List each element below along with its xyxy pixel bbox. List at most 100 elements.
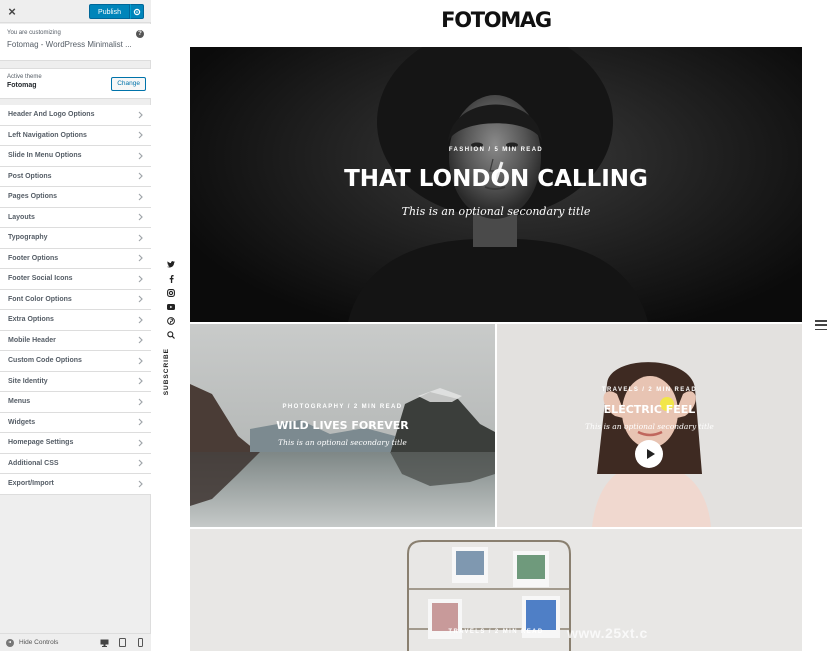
hide-controls-label: Hide Controls	[19, 639, 59, 646]
chevron-right-icon	[133, 193, 143, 201]
panel-item-label: Site Identity	[8, 377, 48, 385]
panel-item[interactable]: Footer Social Icons	[0, 269, 151, 290]
panel-item[interactable]: Site Identity	[0, 371, 151, 392]
panel-item-label: Mobile Header	[8, 336, 56, 344]
customizing-info: You are customizing Fotomag - WordPress …	[0, 24, 151, 61]
chevron-right-icon	[133, 377, 143, 385]
youtube-icon[interactable]	[167, 302, 175, 311]
hide-controls-button[interactable]: Hide Controls	[6, 638, 59, 647]
hero-post-title[interactable]: THAT LONDON CALLING	[190, 166, 802, 192]
site-logo[interactable]: FOTOMAG	[432, 8, 560, 32]
twitter-icon[interactable]	[167, 260, 175, 269]
facebook-icon[interactable]	[167, 274, 175, 283]
publish-group: Publish	[89, 4, 144, 19]
post-card-landscape[interactable]: PHOTOGRAPHY / 2 MIN READ WILD LIVES FORE…	[190, 324, 495, 527]
chevron-right-icon	[133, 234, 143, 242]
panel-item[interactable]: Pages Options	[0, 187, 151, 208]
hamburger-menu-icon[interactable]	[815, 320, 827, 330]
panel-item[interactable]: Font Color Options	[0, 289, 151, 310]
customizer-header: × Publish	[0, 0, 151, 23]
panel-item-label: Widgets	[8, 418, 36, 426]
mobile-icon[interactable]	[136, 638, 145, 647]
panel-item[interactable]: Slide In Menu Options	[0, 146, 151, 167]
panel-item[interactable]: Widgets	[0, 412, 151, 433]
panel-item[interactable]: Footer Options	[0, 248, 151, 269]
help-icon[interactable]: ?	[136, 30, 144, 38]
panel-item-label: Menus	[8, 398, 31, 406]
panel-item-label: Post Options	[8, 172, 52, 180]
chevron-right-icon	[133, 418, 143, 426]
panel-item[interactable]: Post Options	[0, 166, 151, 187]
panel-item[interactable]: Mobile Header	[0, 330, 151, 351]
card-a-post-title[interactable]: WILD LIVES FOREVER	[190, 419, 495, 432]
pinterest-icon[interactable]	[167, 316, 175, 325]
panel-item-label: Layouts	[8, 213, 35, 221]
chevron-right-icon	[133, 480, 143, 488]
chevron-right-icon	[133, 131, 143, 139]
chevron-right-icon	[133, 316, 143, 324]
play-video-button[interactable]	[635, 440, 663, 468]
hero-post-subtitle: This is an optional secondary title	[401, 205, 591, 218]
chevron-right-icon	[133, 398, 143, 406]
panel-item-label: Typography	[8, 234, 48, 242]
chevron-right-icon	[133, 275, 143, 283]
chevron-right-icon	[133, 111, 143, 119]
chevron-right-icon	[133, 213, 143, 221]
card-b-post-title[interactable]: ELECTRIC FEEL	[497, 403, 802, 416]
panel-item[interactable]: Extra Options	[0, 310, 151, 331]
collapse-icon	[6, 638, 14, 647]
panel-item-label: Font Color Options	[8, 295, 72, 303]
chevron-right-icon	[133, 357, 143, 365]
panel-item[interactable]: Export/Import	[0, 474, 151, 495]
site-title: Fotomag - WordPress Minimalist ...	[7, 40, 132, 49]
card-c-post-meta: TRAVELS / 2 MIN READ	[448, 629, 544, 635]
gear-icon[interactable]	[130, 4, 144, 19]
customizing-label: You are customizing	[7, 30, 61, 36]
subscribe-link[interactable]: SUBSCRIBE	[163, 348, 170, 395]
panel-item[interactable]: Layouts	[0, 207, 151, 228]
instagram-icon[interactable]	[167, 288, 175, 297]
chevron-right-icon	[133, 172, 143, 180]
chevron-right-icon	[133, 336, 143, 344]
social-icons-bar	[165, 260, 177, 339]
close-button[interactable]: ×	[0, 0, 24, 23]
featured-post-hero[interactable]: FASHION / 5 MIN READ THAT LONDON CALLING…	[190, 47, 802, 322]
publish-button[interactable]: Publish	[89, 4, 130, 19]
card-b-post-meta: TRAVELS / 2 MIN READ	[601, 387, 698, 393]
site-preview: FOTOMAG SUBSCRIBE FASHION / 5 MIN READ T…	[152, 0, 840, 651]
panel-item-label: Header And Logo Options	[8, 111, 95, 119]
device-preview-toggles	[100, 638, 145, 647]
panel-item[interactable]: Menus	[0, 392, 151, 413]
active-theme-section: Active theme Fotomag Change	[0, 68, 151, 99]
chevron-right-icon	[133, 439, 143, 447]
hero-post-meta: FASHION / 5 MIN READ	[448, 147, 544, 153]
panel-item-label: Export/Import	[8, 480, 54, 488]
customizer-footer: Hide Controls	[0, 633, 151, 651]
watermark-text: www.25xt.c	[567, 625, 648, 641]
panel-item-label: Custom Code Options	[8, 357, 82, 365]
chevron-right-icon	[133, 459, 143, 467]
panel-item[interactable]: Typography	[0, 228, 151, 249]
post-card-photo-rack[interactable]: TRAVELS / 2 MIN READ	[190, 529, 802, 651]
desktop-icon[interactable]	[100, 638, 109, 647]
customizer-sidebar: × Publish You are customizing Fotomag - …	[0, 0, 151, 651]
panel-item-label: Footer Options	[8, 254, 59, 262]
card-b-post-subtitle: This is an optional secondary title	[585, 422, 714, 431]
panel-item[interactable]: Header And Logo Options	[0, 105, 151, 126]
post-card-video[interactable]: TRAVELS / 2 MIN READ ELECTRIC FEEL This …	[497, 324, 802, 527]
panel-item-label: Footer Social Icons	[8, 275, 73, 283]
chevron-right-icon	[133, 152, 143, 160]
panel-item-label: Pages Options	[8, 193, 58, 201]
panel-item[interactable]: Additional CSS	[0, 453, 151, 474]
card-a-post-meta: PHOTOGRAPHY / 2 MIN READ	[282, 404, 403, 410]
chevron-right-icon	[133, 254, 143, 262]
change-theme-button[interactable]: Change	[111, 77, 146, 91]
panel-item[interactable]: Custom Code Options	[0, 351, 151, 372]
tablet-icon[interactable]	[118, 638, 127, 647]
search-icon[interactable]	[167, 330, 175, 339]
card-a-post-subtitle: This is an optional secondary title	[278, 438, 407, 447]
panel-item-label: Left Navigation Options	[8, 131, 87, 139]
panel-item[interactable]: Left Navigation Options	[0, 125, 151, 146]
panel-item-label: Additional CSS	[8, 459, 59, 467]
panel-item[interactable]: Homepage Settings	[0, 433, 151, 454]
